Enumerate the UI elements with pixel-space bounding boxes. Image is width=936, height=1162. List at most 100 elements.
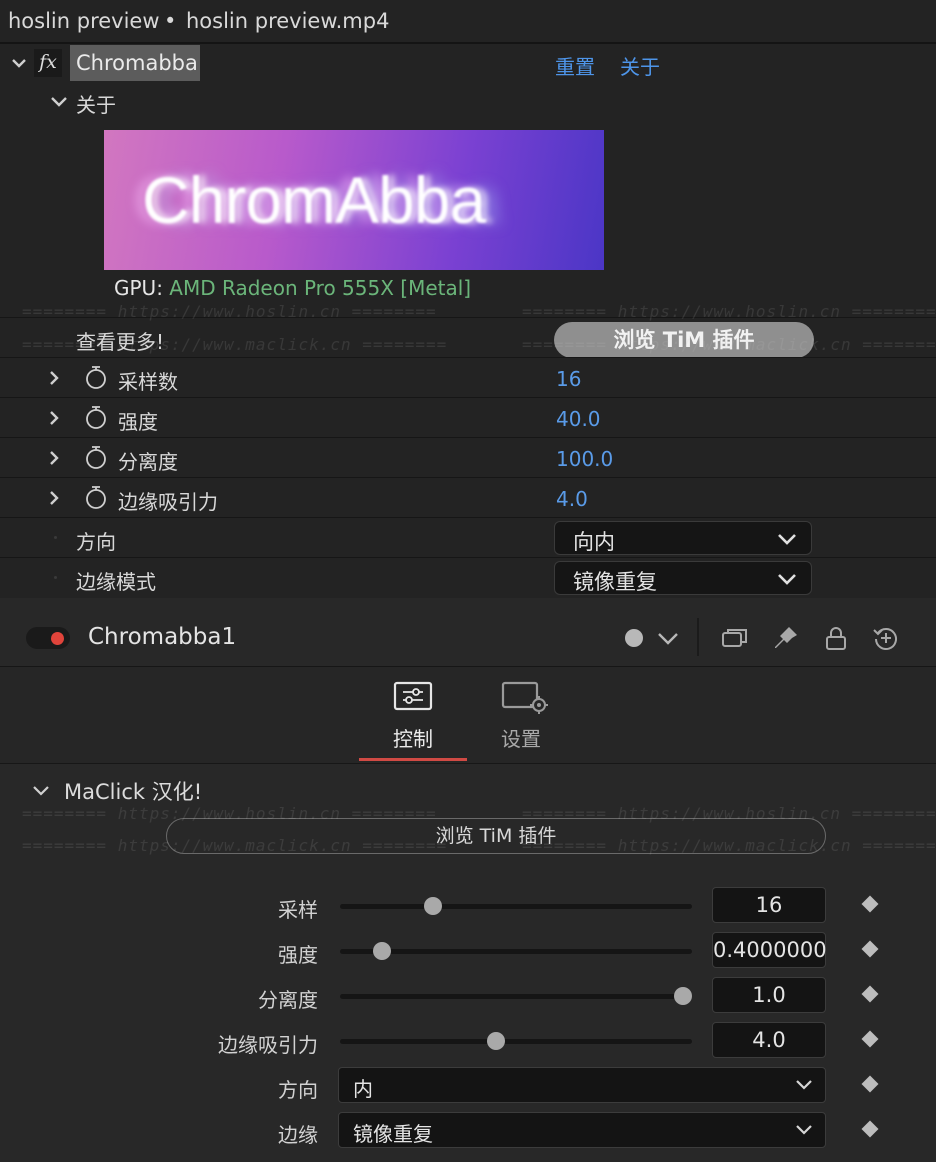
reset-link[interactable]: 重置 [555, 51, 595, 80]
fx-icon[interactable]: fx [34, 49, 62, 77]
param-row-samples: 采样数 16 [0, 357, 936, 397]
chevron-down-icon [796, 1125, 812, 1135]
watermark: ======== https://www.hoslin.cn ======== [22, 804, 437, 823]
value-field[interactable]: 0.4000000 [712, 932, 827, 968]
param-value[interactable]: 16 [556, 367, 581, 391]
slider-label: 分离度 [258, 988, 318, 1012]
effect-name[interactable]: Chromabba [70, 45, 200, 81]
chevron-down-icon[interactable] [654, 624, 682, 652]
color-dot-icon[interactable] [622, 624, 650, 652]
chevron-down-icon [51, 97, 67, 107]
stopwatch-icon[interactable] [84, 366, 108, 390]
slider-row-samples: 采样 16 [0, 884, 936, 928]
header-separator [697, 618, 699, 656]
versions-icon[interactable] [720, 624, 748, 652]
direction-row: 方向 向内 [0, 517, 936, 557]
watermark: ======== https://www.hoslin.cn ======== [522, 302, 936, 321]
effect-controls-panel: hoslin preview • hoslin preview.mp4 fx C… [0, 0, 936, 598]
section-title[interactable]: MaClick 汉化! [64, 776, 202, 806]
chromabba-banner: ChromAbba [104, 130, 604, 270]
keyframe-diamond-icon[interactable] [861, 1030, 879, 1048]
param-label: 分离度 [118, 450, 178, 474]
value-field[interactable]: 4.0 [712, 1022, 826, 1058]
slider-thumb[interactable] [486, 1032, 505, 1050]
slider-label: 采样 [278, 898, 318, 922]
about-group-header[interactable]: 关于 [0, 82, 936, 120]
chevron-right-icon[interactable] [46, 490, 62, 506]
edge-value: 镜像重复 [353, 1122, 433, 1146]
stopwatch-icon[interactable] [84, 406, 108, 430]
keyframe-diamond-icon[interactable] [861, 940, 879, 958]
gpu-info: GPU: AMD Radeon Pro 555X [Metal] [114, 276, 471, 300]
value-field[interactable]: 16 [712, 887, 826, 923]
row-marker [54, 536, 57, 539]
gpu-label: GPU: [114, 276, 163, 300]
slider-track[interactable] [340, 1039, 692, 1044]
keyframe-diamond-icon[interactable] [861, 1075, 879, 1093]
keyframe-diamond-icon[interactable] [861, 895, 879, 913]
about-link[interactable]: 关于 [620, 51, 660, 80]
composition-name: hoslin preview [8, 9, 160, 33]
direction-dropdown[interactable]: 内 [338, 1067, 826, 1103]
slider-row-edge-attraction: 边缘吸引力 4.0 [0, 1019, 936, 1063]
param-value[interactable]: 100.0 [556, 447, 613, 471]
edge-label: 边缘 [278, 1123, 318, 1147]
inspector-panel: Chromabba1 控制 设置 MaClick 汉化! 浏览 TiM 插件 =… [0, 598, 936, 1162]
chevron-right-icon[interactable] [46, 410, 62, 426]
edge-mode-dropdown[interactable]: 镜像重复 [554, 561, 812, 595]
param-value[interactable]: 40.0 [556, 407, 601, 431]
lock-icon[interactable] [822, 624, 850, 652]
direction-value: 内 [353, 1077, 373, 1101]
reset-icon[interactable] [872, 624, 900, 652]
tab-controls[interactable]: 控制 [359, 667, 467, 761]
pin-icon[interactable] [772, 624, 800, 652]
effect-header: fx Chromabba 重置 关于 [0, 44, 936, 82]
inspector-tabs: 控制 设置 [0, 667, 936, 764]
slider-track[interactable] [340, 904, 692, 909]
edge-mode-label: 边缘模式 [76, 570, 156, 594]
value-field[interactable]: 1.0 [712, 977, 826, 1013]
edge-dropdown[interactable]: 镜像重复 [338, 1112, 826, 1148]
stopwatch-icon[interactable] [84, 486, 108, 510]
stopwatch-icon[interactable] [84, 446, 108, 470]
banner-logo-text: ChromAbba [142, 163, 486, 237]
chevron-right-icon[interactable] [46, 450, 62, 466]
watermark: ======== https://www.maclick.cn ======== [22, 836, 448, 855]
direction-row: 方向 内 [0, 1064, 936, 1108]
slider-thumb[interactable] [373, 942, 392, 960]
direction-dropdown[interactable]: 向内 [554, 521, 812, 555]
param-value[interactable]: 4.0 [556, 487, 588, 511]
param-label: 采样数 [118, 370, 178, 394]
watermark: ======== https://www.hoslin.cn ======== [22, 302, 437, 321]
layer-name: hoslin preview.mp4 [186, 9, 390, 33]
direction-value: 向内 [573, 530, 615, 554]
slider-row-separation: 分离度 1.0 [0, 974, 936, 1018]
node-header: Chromabba1 [0, 598, 936, 667]
edge-row: 边缘 镜像重复 [0, 1109, 936, 1153]
param-row-edge-attraction: 边缘吸引力 4.0 [0, 477, 936, 517]
param-label: 边缘吸引力 [118, 490, 218, 514]
tab-settings[interactable]: 设置 [467, 667, 575, 761]
about-group-label: 关于 [76, 93, 116, 117]
direction-label: 方向 [76, 530, 116, 554]
keyframe-diamond-icon[interactable] [861, 985, 879, 1003]
watermark: ======== https://www.maclick.cn ======== [522, 335, 936, 354]
direction-label: 方向 [278, 1078, 318, 1102]
sliders-icon [393, 681, 433, 711]
title-separator: • [164, 9, 177, 33]
chevron-down-icon[interactable] [32, 784, 50, 798]
param-row-separation: 分离度 100.0 [0, 437, 936, 477]
keyframe-diamond-icon[interactable] [861, 1120, 879, 1138]
slider-thumb[interactable] [423, 897, 442, 915]
slider-track[interactable] [340, 994, 692, 999]
collapse-chevron-icon[interactable] [10, 54, 28, 72]
watermark: ======== https://www.maclick.cn ======== [22, 335, 448, 354]
node-enable-toggle[interactable] [26, 627, 70, 649]
tab-label: 设置 [501, 727, 541, 751]
chevron-right-icon[interactable] [46, 370, 62, 386]
edge-mode-value: 镜像重复 [573, 570, 657, 594]
slider-track[interactable] [340, 949, 692, 954]
slider-thumb[interactable] [674, 987, 692, 1005]
slider-label: 边缘吸引力 [218, 1033, 318, 1057]
param-row-strength: 强度 40.0 [0, 397, 936, 437]
